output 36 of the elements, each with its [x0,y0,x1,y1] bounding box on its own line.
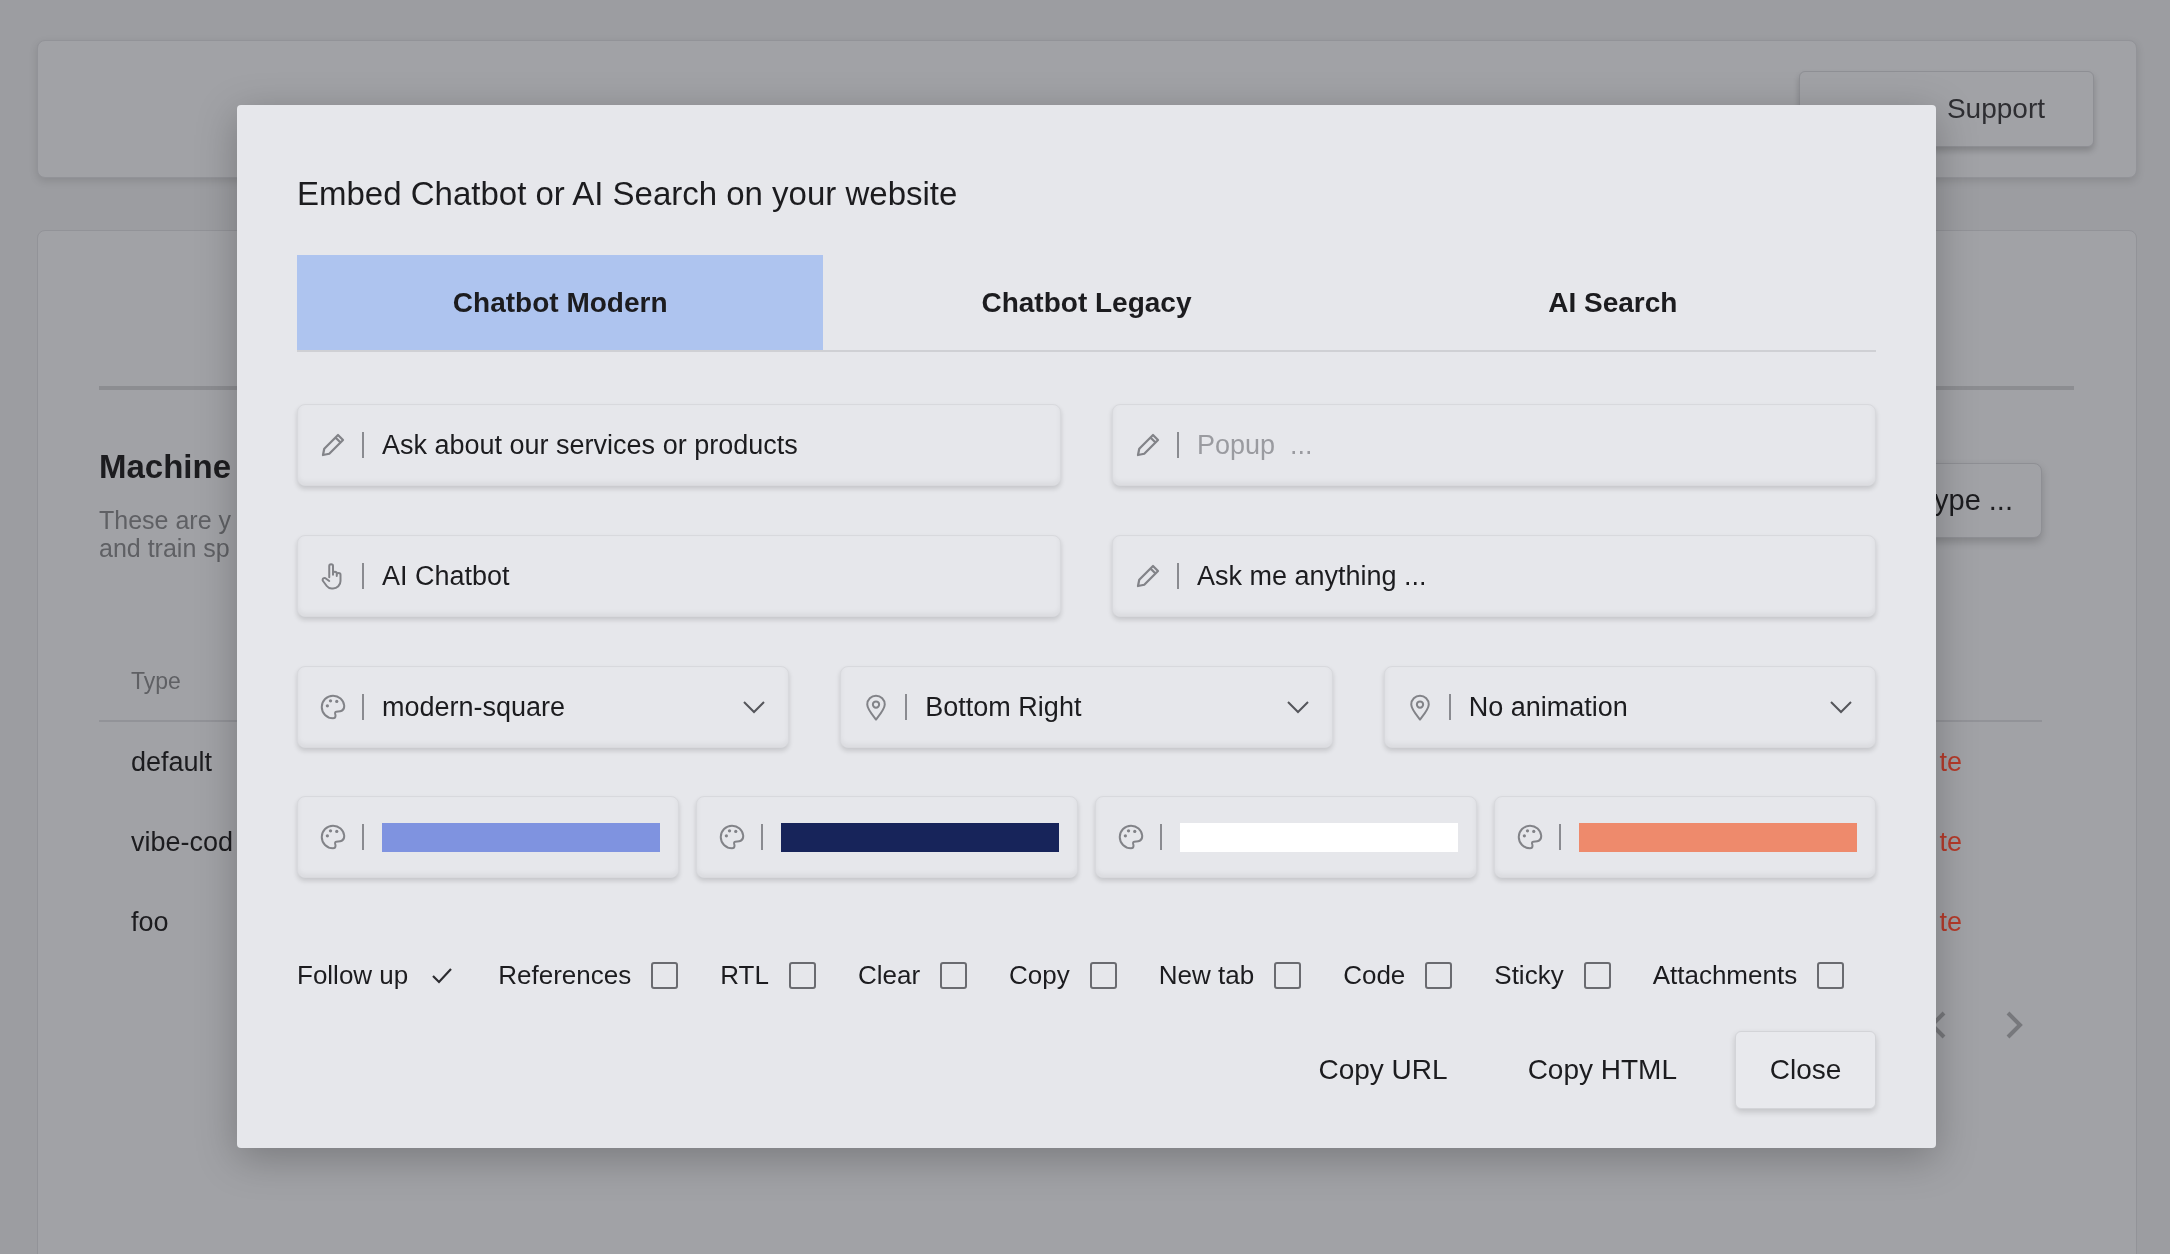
tab[interactable]: AI Search [1349,255,1876,350]
dialog-button[interactable]: Close [1735,1031,1876,1109]
dropdown-value: No animation [1468,691,1629,723]
section-title: Machine [99,448,232,486]
option-label: Sticky [1494,960,1564,991]
input-field[interactable]: Ask about our services or products [297,404,1061,486]
tab[interactable]: Chatbot Legacy [823,255,1350,350]
option-label: RTL [720,960,769,991]
dropdown[interactable]: modern-square [297,666,790,748]
dialog-title: Embed Chatbot or AI Search on your website [297,175,959,213]
table-cell: foo [131,906,169,938]
option-label: Follow up [297,960,409,991]
table-cell: default [131,746,213,778]
input-field[interactable]: Popup ... [1112,404,1876,486]
text-input[interactable]: Ask about our services or products [382,429,1042,461]
option-label: Code [1343,960,1406,991]
text-input[interactable]: Popup ... [1197,429,1857,461]
option-label: References [498,960,632,991]
option-label: Copy [1009,960,1070,991]
tab[interactable]: Chatbot Modern [297,255,824,350]
table-cell: vibe-cod [131,826,234,858]
option-label: Clear [857,960,921,991]
text-input[interactable]: AI Chatbot [382,560,1042,592]
option-label: Attachments [1652,960,1798,991]
option-label: New tab [1158,960,1255,991]
dropdown-value: modern-square [382,691,567,723]
column-header: Type [130,668,182,695]
dialog-button[interactable]: Copy URL [1296,1031,1470,1109]
dialog-button[interactable]: Copy HTML [1505,1031,1699,1109]
input-field[interactable]: Ask me anything ... [1112,535,1876,617]
dropdown-value: Bottom Right [925,691,1083,723]
dropdown[interactable]: No animation [1383,666,1876,748]
dropdown[interactable]: Bottom Right [840,666,1333,748]
text-input[interactable]: Ask me anything ... [1197,560,1857,592]
input-field[interactable]: AI Chatbot [297,535,1061,617]
section-description: These are y and train sp [99,506,232,562]
